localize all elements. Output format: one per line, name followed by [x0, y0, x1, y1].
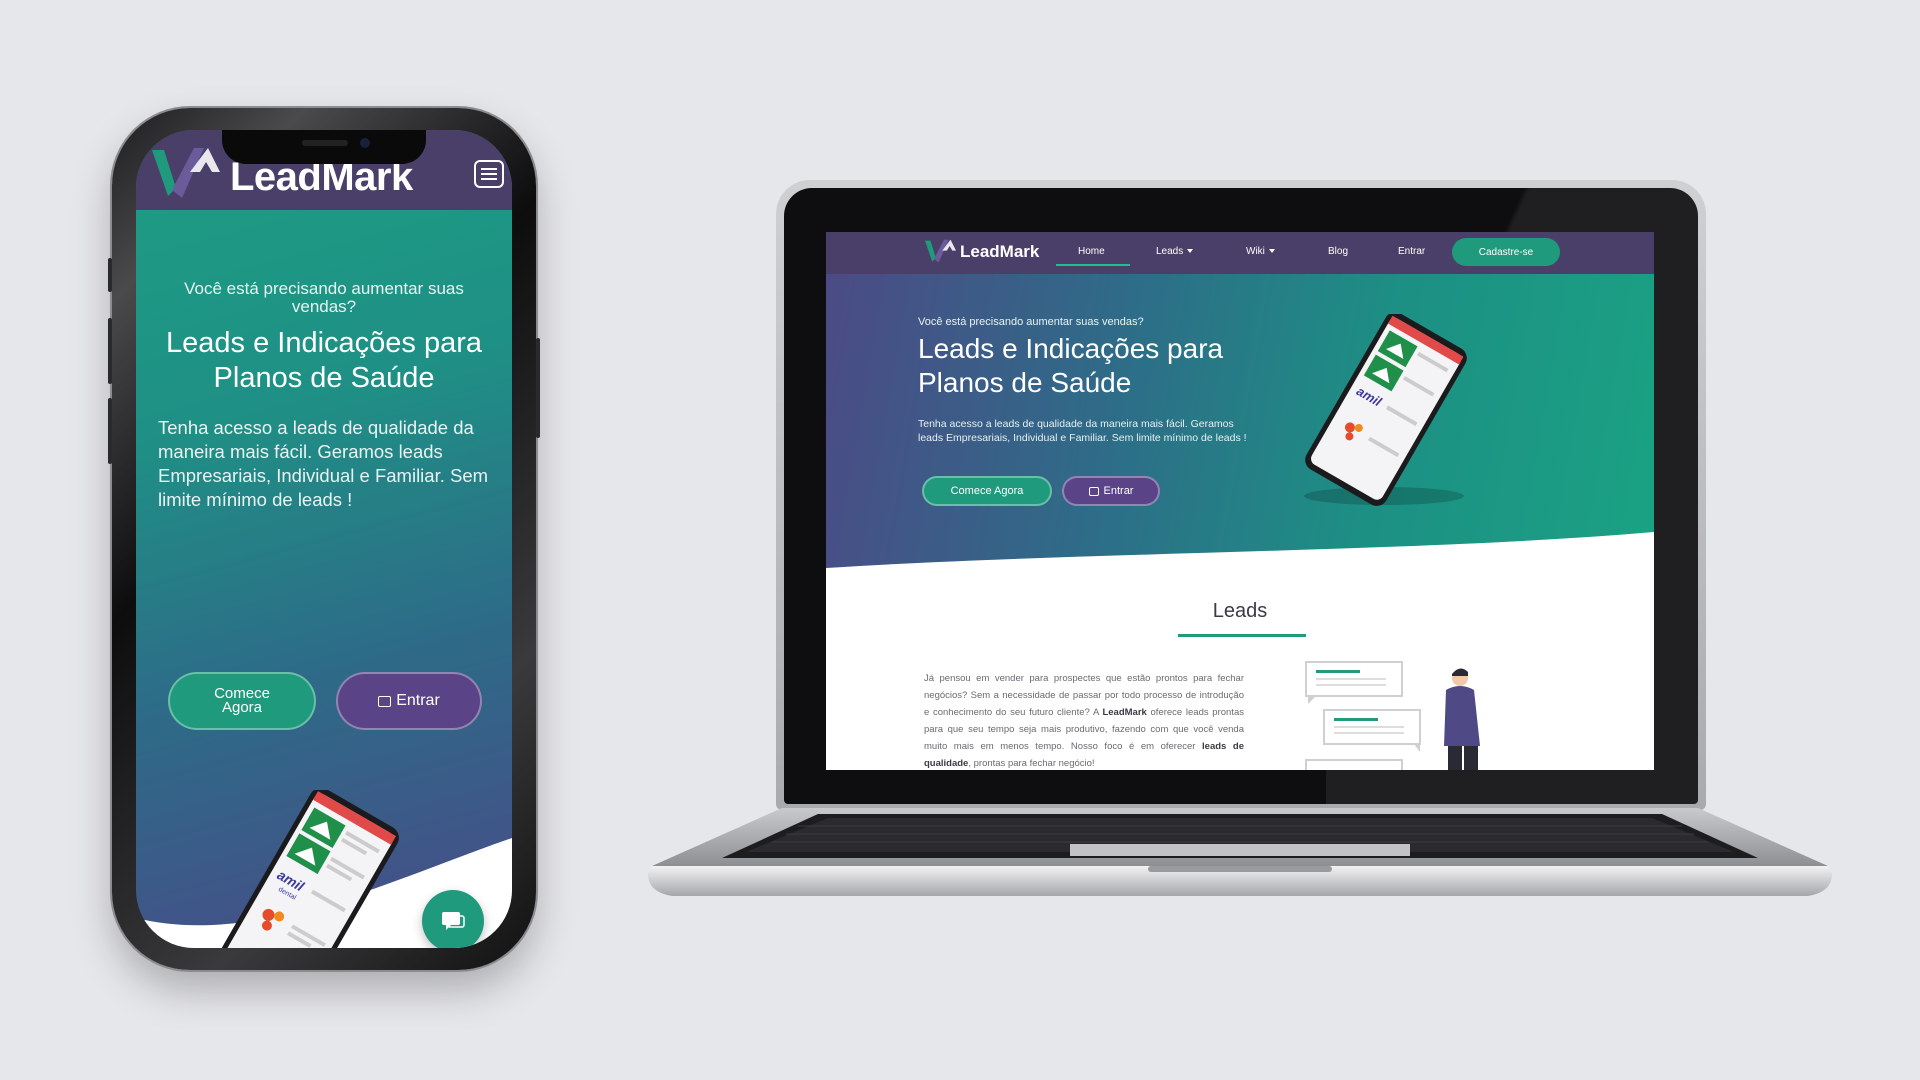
laptop-screen: LeadMark Home Leads Wiki Blog Entrar Cad… [826, 232, 1654, 770]
hamburger-menu-icon[interactable] [474, 160, 504, 188]
phone-power-button [536, 338, 540, 438]
nav-home[interactable]: Home [1078, 246, 1105, 257]
desktop-entrar-button[interactable]: Entrar [1062, 476, 1160, 506]
mobile-hero-question: Você está precisando aumentar suas venda… [184, 279, 464, 316]
sign-in-icon [378, 695, 392, 707]
mobile-comece-agora-label: Comece Agora [214, 685, 270, 716]
signup-button[interactable]: Cadastre-se [1452, 238, 1560, 266]
desktop-hero-question: Você está precisando aumentar suas venda… [918, 316, 1144, 328]
chat-person-illustration [1305, 661, 1480, 770]
leads-section-title: Leads [1212, 600, 1268, 622]
nav-entrar[interactable]: Entrar [1398, 246, 1425, 257]
desktop-brand-name[interactable]: LeadMark [960, 242, 1039, 262]
desktop-hero-description: Tenha acesso a leads de qualidade da man… [918, 418, 1247, 444]
desktop-app-phone-illustration: amil [1304, 314, 1467, 506]
phone-mute-switch [108, 258, 112, 292]
mobile-app-phone-illustration: amil dental [221, 790, 399, 948]
mobile-comece-agora-button[interactable]: Comece Agora [168, 672, 316, 730]
nav-active-underline [1056, 264, 1130, 266]
phone-volume-up [108, 318, 112, 384]
nav-leads[interactable]: Leads [1156, 246, 1194, 257]
laptop-base [648, 808, 1832, 896]
nav-wiki-label: Wiki [1246, 246, 1265, 257]
nav-wiki[interactable]: Wiki [1246, 246, 1275, 257]
mobile-entrar-button[interactable]: Entrar [336, 672, 482, 730]
caret-down-icon [1268, 249, 1275, 254]
mobile-entrar-label: Entrar [396, 692, 440, 709]
desktop-hero-title: Leads e Indicações para Planos de Saúde [918, 333, 1224, 398]
phone-notch [222, 130, 426, 164]
phone-volume-down [108, 398, 112, 464]
leads-text-brand: LeadMark [1102, 707, 1147, 718]
caret-down-icon [1187, 249, 1194, 254]
sign-in-icon [1088, 486, 1099, 496]
phone-mockup: LeadMark Você está precisando aumentar s… [108, 108, 540, 970]
leads-text-part-3: , prontas para fechar negócio! [968, 758, 1095, 769]
mobile-hero-description: Tenha acesso a leads de qualidade da man… [158, 417, 489, 510]
mobile-hero-title: Leads e Indicações para Planos de Saúde [166, 327, 482, 394]
chat-icon[interactable] [422, 890, 484, 948]
leads-section-text: Já pensou em vender para prospectes que … [924, 670, 1244, 770]
desktop-navbar: LeadMark Home Leads Wiki Blog Entrar Cad… [826, 232, 1654, 274]
phone-screen: LeadMark Você está precisando aumentar s… [136, 130, 512, 948]
desktop-entrar-label: Entrar [1103, 485, 1134, 497]
leadmark-logo-icon [924, 239, 956, 263]
leads-section-underline [1178, 634, 1306, 637]
nav-blog[interactable]: Blog [1328, 246, 1348, 257]
desktop-comece-agora-button[interactable]: Comece Agora [922, 476, 1052, 506]
leadmark-logo-icon [152, 148, 220, 198]
nav-leads-label: Leads [1156, 246, 1184, 257]
